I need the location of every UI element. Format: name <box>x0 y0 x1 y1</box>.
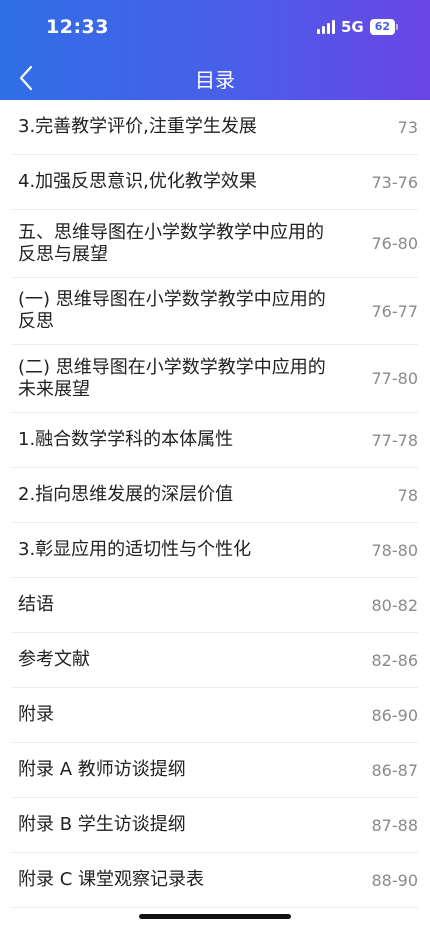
page-title: 目录 <box>195 68 235 92</box>
toc-item-label: (一) 思维导图在小学数学教学中应用的反思 <box>18 289 326 332</box>
toc-item-pages: 73 <box>397 117 418 137</box>
toc-item-label: 附录 A 教师访谈提纲 <box>18 759 186 780</box>
toc-item-pages: 82-86 <box>371 650 419 670</box>
toc-item-label: 附录 C 课堂观察记录表 <box>18 869 205 890</box>
toc-item[interactable]: 附录 C 课堂观察记录表 88-90 <box>12 853 418 908</box>
toc-item-pages: 78 <box>397 485 418 505</box>
toc-item[interactable]: 1.融合数学学科的本体属性 77-78 <box>12 413 418 468</box>
battery-tip <box>396 24 398 30</box>
toc-item-label: 附录 <box>18 704 54 725</box>
toc-item-pages: 87-88 <box>371 815 419 835</box>
toc-item[interactable]: 五、思维导图在小学数学教学中应用的反思与展望 76-80 <box>12 210 418 278</box>
toc-item-label: 2.指向思维发展的深层价值 <box>18 484 234 505</box>
toc-item-pages: 76-77 <box>371 301 419 321</box>
toc-item[interactable]: (二) 思维导图在小学数学教学中应用的未来展望 77-80 <box>12 345 418 413</box>
toc-item[interactable]: 附录 B 学生访谈提纲 87-88 <box>12 798 418 853</box>
status-bar: 12:33 5G 62 <box>0 0 430 56</box>
network-type: 5G <box>340 18 364 36</box>
toc-item-label: 五、思维导图在小学数学教学中应用的反思与展望 <box>18 221 324 265</box>
toc-item-pages: 78-80 <box>371 540 419 560</box>
nav-bar: 目录 <box>0 56 430 100</box>
toc-item-pages: 73-76 <box>371 172 419 192</box>
battery-icon: 62 <box>369 19 398 35</box>
toc-item-label: (二) 思维导图在小学数学教学中应用的未来展望 <box>18 356 326 400</box>
toc-item-label: 4.加强反思意识,优化教学效果 <box>18 171 257 192</box>
toc-item-label: 3.完善教学评价,注重学生发展 <box>18 116 257 137</box>
toc-item-pages: 76-80 <box>371 234 419 253</box>
toc-item-label: 结语 <box>18 594 54 615</box>
toc-item-label: 附录 B 学生访谈提纲 <box>18 814 186 835</box>
toc-item[interactable]: 3.完善教学评价,注重学生发展 73 <box>12 100 418 155</box>
toc-item-pages: 88-90 <box>371 870 419 890</box>
toc-item[interactable]: 结语 80-82 <box>12 578 418 633</box>
toc-item[interactable]: 参考文献 82-86 <box>12 633 418 688</box>
toc-item[interactable]: 4.加强反思意识,优化教学效果 73-76 <box>12 155 418 210</box>
toc-item-pages: 86-87 <box>371 760 419 780</box>
signal-icon <box>316 20 335 34</box>
toc-item-label: 参考文献 <box>18 649 90 670</box>
header: 12:33 5G 62 目录 <box>0 0 430 100</box>
toc-list: 3.完善教学评价,注重学生发展 73 4.加强反思意识,优化教学效果 73-76… <box>0 100 430 908</box>
toc-item[interactable]: 附录 A 教师访谈提纲 86-87 <box>12 743 418 798</box>
status-time: 12:33 <box>46 16 109 38</box>
home-indicator[interactable] <box>139 914 291 919</box>
toc-item-pages: 80-82 <box>371 595 419 615</box>
status-indicators: 5G 62 <box>316 18 398 36</box>
toc-item[interactable]: 2.指向思维发展的深层价值 78 <box>12 468 418 523</box>
battery-level: 62 <box>369 19 395 35</box>
toc-item-pages: 77-80 <box>371 369 419 388</box>
toc-item[interactable]: 3.彰显应用的适切性与个性化 78-80 <box>12 523 418 578</box>
toc-item[interactable]: (一) 思维导图在小学数学教学中应用的反思 76-77 <box>12 278 418 345</box>
toc-item-pages: 77-78 <box>371 430 419 450</box>
toc-item-label: 3.彰显应用的适切性与个性化 <box>18 539 252 560</box>
toc-item-pages: 86-90 <box>371 705 419 725</box>
toc-item[interactable]: 附录 86-90 <box>12 688 418 743</box>
toc-item-label: 1.融合数学学科的本体属性 <box>18 429 234 450</box>
